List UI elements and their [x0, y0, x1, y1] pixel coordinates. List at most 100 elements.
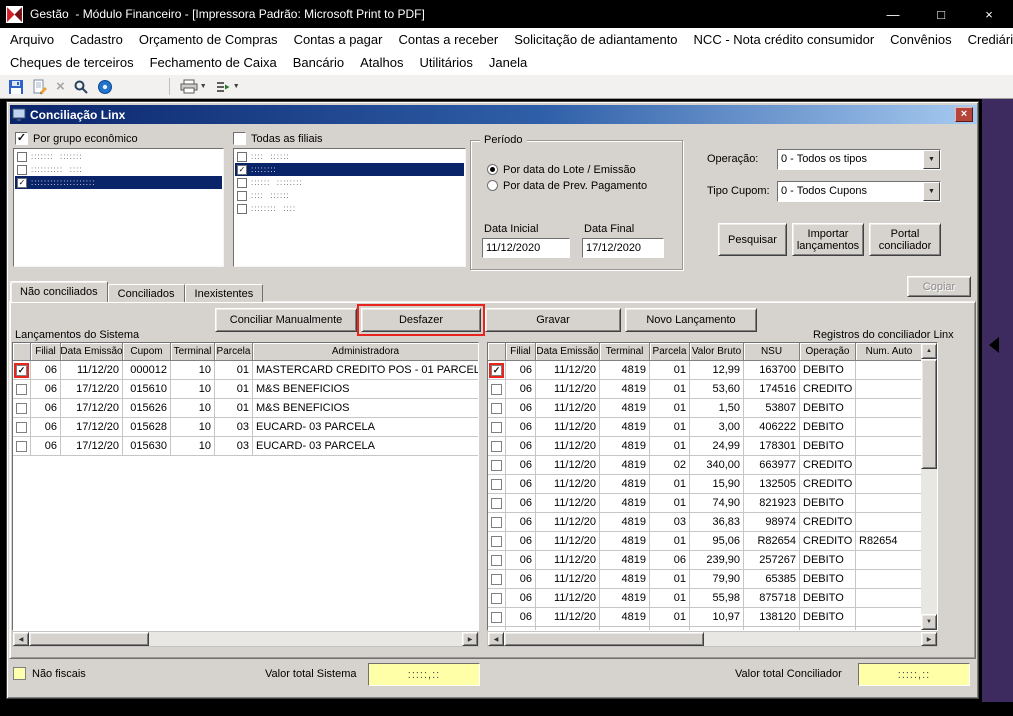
menu-item[interactable]: Contas a pagar [286, 32, 391, 47]
row-checkbox[interactable] [491, 612, 502, 623]
table-row[interactable]: 0617/12/200156301003EUCARD- 03 PARCELA [13, 437, 478, 456]
data-inicial-input[interactable] [482, 238, 570, 258]
row-checkbox[interactable] [491, 498, 502, 509]
table-row[interactable]: 0611/12/20481906239,90257267DEBITO [488, 551, 921, 570]
print-button[interactable]: ▼ [176, 76, 211, 97]
row-checkbox[interactable] [491, 441, 502, 452]
table-row[interactable]: 0611/12/2048190155,98875718DEBITO [488, 589, 921, 608]
list-item[interactable]: ✓:::::::::::::::::::: [15, 176, 222, 189]
table-row[interactable]: 0611/12/2048190174,90821923DEBITO [488, 494, 921, 513]
menu-item[interactable]: NCC - Nota crédito consumidor [686, 32, 883, 47]
item-checkbox[interactable] [237, 204, 247, 214]
menu-item[interactable]: Contas a receber [390, 32, 506, 47]
table-row[interactable]: 0611/12/204819011,5053807DEBITO [488, 399, 921, 418]
maximize-button[interactable]: □ [917, 0, 965, 28]
row-checkbox[interactable] [491, 384, 502, 395]
column-header[interactable]: Parcela [215, 343, 253, 361]
close-button[interactable]: × [965, 0, 1013, 28]
row-checkbox[interactable] [491, 422, 502, 433]
search-button[interactable] [69, 76, 93, 97]
column-header[interactable]: Data Emissão [536, 343, 600, 361]
panel-collapse-arrow-icon[interactable] [989, 337, 999, 353]
menu-item[interactable]: Crediário [960, 32, 1013, 47]
tab-conciliados[interactable]: Conciliados [108, 284, 185, 302]
column-header[interactable]: Parcela [650, 343, 690, 361]
menu-item[interactable]: Janela [481, 55, 535, 70]
column-header[interactable]: NSU [744, 343, 800, 361]
menu-item[interactable]: Orçamento de Compras [131, 32, 286, 47]
scroll-left-icon[interactable]: ◀ [13, 632, 29, 646]
vertical-scrollbar-track[interactable] [921, 469, 937, 614]
table-row[interactable]: 0611/12/20481902340,00663977CREDITO [488, 456, 921, 475]
desfazer-button[interactable]: Desfazer [361, 308, 481, 332]
menu-item[interactable]: Fechamento de Caixa [142, 55, 285, 70]
row-checkbox[interactable] [16, 441, 27, 452]
scroll-right-icon[interactable]: ▶ [462, 632, 478, 646]
column-header[interactable]: Cupom [123, 343, 171, 361]
scroll-right-icon[interactable]: ▶ [921, 632, 937, 646]
column-header[interactable]: Terminal [600, 343, 650, 361]
menu-item[interactable]: Solicitação de adiantamento [506, 32, 685, 47]
table-row[interactable]: 0611/12/2048190115,90132505CREDITO [488, 475, 921, 494]
column-header[interactable]: Administradora [253, 343, 479, 361]
tipo-cupom-select[interactable]: 0 - Todos Cupons ▼ [777, 181, 941, 202]
horizontal-scrollbar-thumb[interactable] [29, 632, 149, 646]
grupo-economico-listbox[interactable]: ::::::: ::::::::::::::::: ::::✓:::::::::… [13, 148, 224, 267]
operacao-select[interactable]: 0 - Todos os tipos ▼ [777, 149, 941, 170]
table-row[interactable]: 0617/12/200156281003EUCARD- 03 PARCELA [13, 418, 478, 437]
row-checkbox[interactable] [491, 460, 502, 471]
new-document-button[interactable] [28, 76, 52, 97]
horizontal-scrollbar-track[interactable] [149, 632, 462, 646]
row-checkbox[interactable] [491, 593, 502, 604]
importar-lancamentos-button[interactable]: Importar lançamentos [792, 223, 864, 256]
vertical-scrollbar-thumb[interactable] [921, 359, 937, 469]
minimize-button[interactable]: — [869, 0, 917, 28]
column-header[interactable]: Num. Auto [856, 343, 923, 361]
table-row[interactable]: 0611/12/2048190336,8398974CREDITO [488, 513, 921, 532]
horizontal-scrollbar-thumb[interactable] [504, 632, 704, 646]
novo-lancamento-button[interactable]: Novo Lançamento [625, 308, 757, 332]
column-header[interactable]: Filial [506, 343, 536, 361]
menu-item[interactable]: Cheques de terceiros [2, 55, 142, 70]
list-item[interactable]: :::::::: :::: [235, 202, 464, 215]
row-checkbox[interactable] [16, 384, 27, 395]
list-item[interactable]: ::::::: ::::::: [15, 150, 222, 163]
dialog-close-button[interactable]: × [955, 107, 973, 122]
menu-item[interactable]: Cadastro [62, 32, 131, 47]
scroll-left-icon[interactable]: ◀ [488, 632, 504, 646]
item-checkbox[interactable] [237, 191, 247, 201]
column-header[interactable]: Filial [31, 343, 61, 361]
menu-item[interactable]: Utilitários [411, 55, 480, 70]
list-item[interactable]: :::::::::: :::: [15, 163, 222, 176]
row-checkbox[interactable] [491, 536, 502, 547]
export-button[interactable]: ▼ [211, 76, 244, 97]
tab-nao-conciliados[interactable]: Não conciliados [10, 281, 108, 302]
por-grupo-economico-checkbox[interactable]: ✓ [15, 132, 28, 145]
column-header[interactable]: Valor Bruto [690, 343, 744, 361]
table-row[interactable]: 0611/12/2048190124,99178301DEBITO [488, 437, 921, 456]
conciliar-manualmente-button[interactable]: Conciliar Manualmente [215, 308, 357, 332]
item-checkbox[interactable] [237, 178, 247, 188]
table-row[interactable]: 0611/12/2048190110,97138120DEBITO [488, 608, 921, 627]
item-checkbox[interactable] [237, 152, 247, 162]
table-row[interactable]: 0611/12/2048190153,60174516CREDITO [488, 380, 921, 399]
chevron-down-icon[interactable]: ▼ [923, 150, 940, 169]
table-row[interactable]: 0617/12/200156101001M&S BENEFICIOS [13, 380, 478, 399]
horizontal-scrollbar-track[interactable] [704, 632, 921, 646]
por-data-prev-radio[interactable] [487, 180, 498, 191]
list-item[interactable]: :::: :::::: [235, 150, 464, 163]
row-checkbox[interactable] [491, 555, 502, 566]
info-button[interactable] [93, 76, 117, 97]
right-table-vertical-scrollbar[interactable]: ▲ ▼ [921, 343, 937, 630]
save-button[interactable] [4, 76, 28, 97]
row-checkbox[interactable]: ✓ [491, 365, 502, 376]
menu-item[interactable]: Arquivo [2, 32, 62, 47]
table-row[interactable]: 0611/12/2048190179,9065385DEBITO [488, 570, 921, 589]
delete-button[interactable]: × [52, 76, 69, 97]
item-checkbox[interactable]: ✓ [237, 165, 247, 175]
portal-conciliador-button[interactable]: Portal conciliador [869, 223, 941, 256]
table-row[interactable]: 0617/12/200156261001M&S BENEFICIOS [13, 399, 478, 418]
item-checkbox[interactable]: ✓ [17, 178, 27, 188]
row-checkbox[interactable] [491, 517, 502, 528]
item-checkbox[interactable] [17, 152, 27, 162]
